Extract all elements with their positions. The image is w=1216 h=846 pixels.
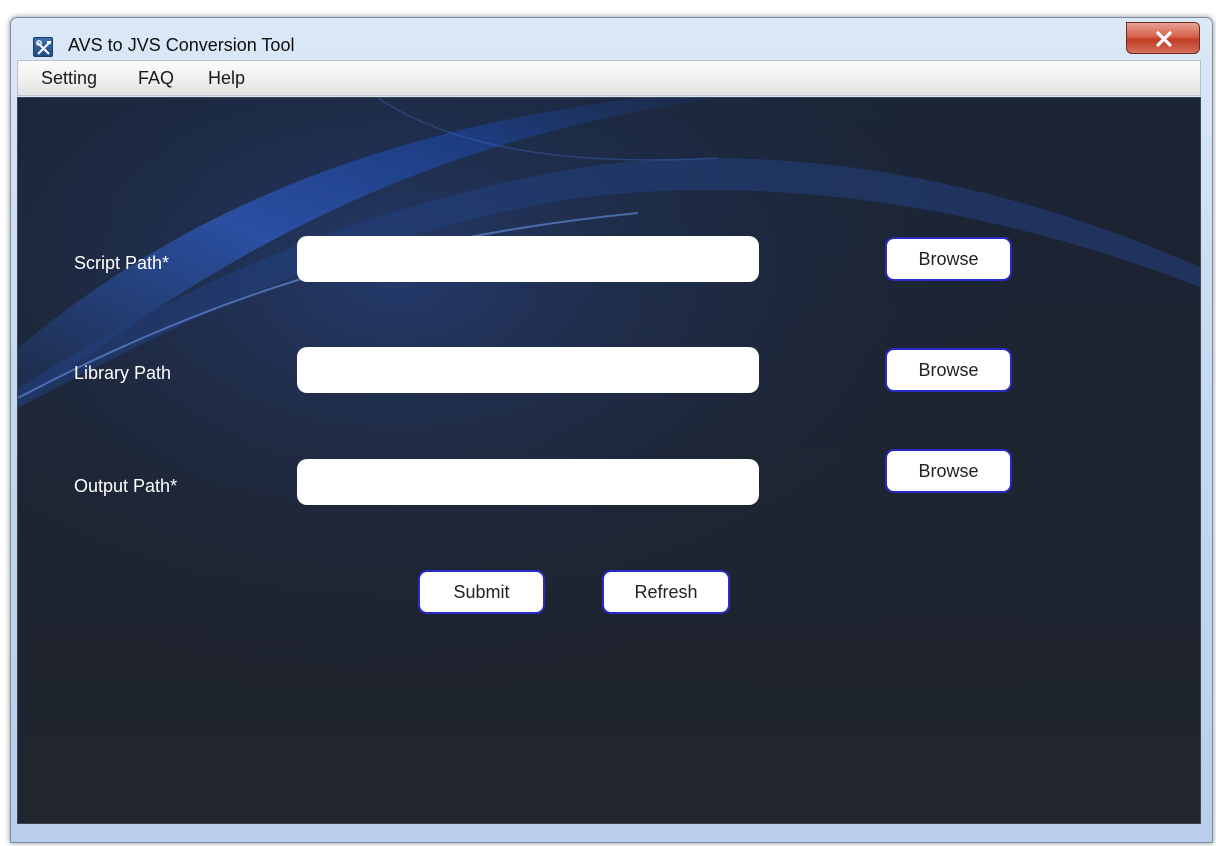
library-path-input[interactable] <box>297 347 759 393</box>
output-path-input[interactable] <box>297 459 759 505</box>
window-title: AVS to JVS Conversion Tool <box>68 35 295 55</box>
script-path-input[interactable] <box>297 236 759 282</box>
submit-button[interactable]: Submit <box>418 570 545 614</box>
output-path-label: Output Path* <box>74 476 178 496</box>
refresh-button[interactable]: Refresh <box>602 570 730 614</box>
main-panel: Script Path* Browse Library Path Browse … <box>17 97 1201 824</box>
library-path-label: Library Path <box>74 363 172 383</box>
tools-icon <box>33 37 53 57</box>
menu-bar: Setting FAQ Help <box>17 60 1201 96</box>
library-browse-button[interactable]: Browse <box>885 348 1012 392</box>
close-icon <box>1156 31 1172 47</box>
script-path-label: Script Path* <box>74 253 170 273</box>
menu-item-faq[interactable]: FAQ <box>138 68 174 89</box>
menu-item-help[interactable]: Help <box>208 68 245 89</box>
script-browse-button[interactable]: Browse <box>885 237 1012 281</box>
menu-item-setting[interactable]: Setting <box>41 68 97 89</box>
close-button[interactable] <box>1126 22 1200 54</box>
output-browse-button[interactable]: Browse <box>885 449 1012 493</box>
